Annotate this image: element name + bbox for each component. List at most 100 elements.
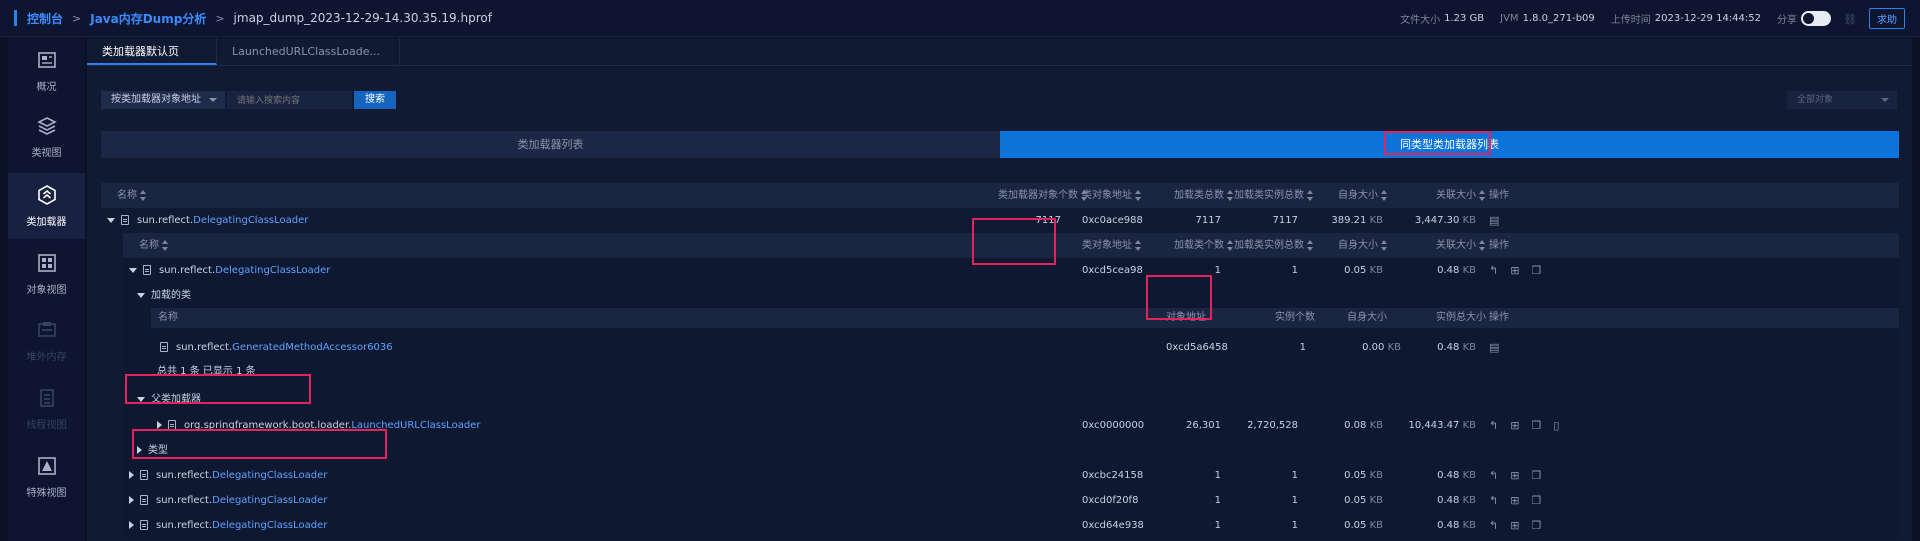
sort-icon[interactable] [1479, 239, 1486, 251]
sort-icon[interactable] [1135, 189, 1142, 201]
sidebar-item-object-view[interactable]: 对象视图 [8, 241, 85, 307]
document-icon[interactable]: ▯ [1553, 419, 1559, 432]
parent-loader-section[interactable]: 父类加载器 [137, 387, 437, 412]
tab-classloader-default[interactable]: 类加载器默认页 [87, 38, 217, 65]
sort-icon[interactable] [162, 239, 169, 251]
link-icon[interactable]: ⛓ [1843, 13, 1857, 26]
sort-icon[interactable] [1227, 239, 1234, 251]
expand-icon[interactable] [129, 471, 134, 479]
col-name[interactable]: 名称 [139, 233, 169, 258]
col-retained[interactable]: 关联大小 [1436, 233, 1486, 258]
class-name[interactable]: DelegatingClassLoader [215, 265, 330, 276]
sort-icon[interactable] [1135, 239, 1142, 251]
tree-icon[interactable]: ⊞ [1510, 494, 1519, 507]
breadcrumb-java-dump[interactable]: Java内存Dump分析 [90, 10, 206, 27]
col-class-count[interactable]: 加载类个数 [1174, 233, 1234, 258]
sort-icon[interactable] [140, 189, 147, 201]
expand-icon[interactable] [129, 496, 134, 504]
parent-icon[interactable]: ↰ [1489, 469, 1498, 482]
col-address[interactable]: 类对象地址 [1082, 183, 1142, 208]
class-name[interactable]: LaunchedURLClassLoader [351, 420, 480, 431]
parent-icon[interactable]: ↰ [1489, 419, 1498, 432]
address: 0xcd64e938 [1082, 520, 1144, 531]
sidebar-item-class-view[interactable]: 类视图 [8, 104, 85, 170]
detail-icon[interactable]: ▤ [1489, 341, 1499, 354]
sort-icon[interactable] [1307, 239, 1314, 251]
sort-icon[interactable] [1227, 189, 1234, 201]
sort-icon[interactable] [1307, 189, 1314, 201]
breadcrumb-console[interactable]: 控制台 [27, 10, 63, 27]
col-ops: 操作 [1489, 190, 1509, 201]
copy-icon[interactable]: ❐ [1531, 519, 1541, 532]
sort-icon[interactable] [1479, 189, 1486, 201]
col-instance-total[interactable]: 加载类实例总数 [1234, 233, 1314, 258]
collapse-icon[interactable] [129, 267, 137, 273]
detail-icon[interactable]: ▤ [1489, 214, 1499, 227]
unit: KB [1369, 420, 1383, 431]
class-name[interactable]: DelegatingClassLoader [212, 495, 327, 506]
share-toggle[interactable] [1801, 11, 1831, 26]
segment-classloader-list[interactable]: 类加载器列表 [101, 131, 1000, 158]
expand-icon[interactable] [129, 521, 134, 529]
sort-icon[interactable] [1381, 239, 1388, 251]
value: 10,443.47 [1408, 420, 1460, 431]
collapse-icon[interactable] [107, 217, 115, 223]
col-instance-total[interactable]: 加载类实例总数 [1234, 183, 1314, 208]
class-name[interactable]: GeneratedMethodAccessor6036 [232, 342, 392, 353]
value: 0.48 [1437, 342, 1460, 353]
self-size: 0.00 KB [1331, 333, 1401, 363]
class-name[interactable]: DelegatingClassLoader [212, 470, 327, 481]
col-address[interactable]: 类对象地址 [1082, 233, 1142, 258]
sidebar-item-classloader[interactable]: 类加载器 [8, 173, 85, 239]
type-section[interactable]: 类型 [137, 438, 437, 463]
self-size: 0.05 KB [1318, 258, 1383, 283]
help-button[interactable]: 求助 [1869, 8, 1905, 29]
col-name[interactable]: 名称 [117, 183, 147, 208]
tree-icon[interactable]: ⊞ [1510, 469, 1519, 482]
unit: KB [1369, 215, 1383, 226]
col-loader-count[interactable]: 类加载器对象个数 [998, 183, 1088, 208]
collapse-icon[interactable] [137, 292, 145, 298]
search-button[interactable]: 搜索 [354, 91, 396, 109]
tree-icon[interactable]: ⊞ [1510, 419, 1519, 432]
search-mode-select[interactable]: 按类加载器对象地址 [101, 91, 225, 109]
expand-icon[interactable] [157, 421, 162, 429]
copy-icon[interactable]: ❐ [1531, 264, 1541, 277]
tab-launched-url-classloader[interactable]: LaunchedURLClassLoade... [217, 38, 400, 65]
unit: KB [1369, 265, 1383, 276]
search-input[interactable] [227, 91, 352, 109]
sidebar-item-special-view[interactable]: 特殊视图 [8, 444, 85, 510]
col-self-size[interactable]: 自身大小 [1338, 183, 1388, 208]
loaded-classes-section[interactable]: 加载的类 [137, 283, 437, 308]
sidebar-label: 概况 [36, 81, 57, 93]
sidebar-item-overview[interactable]: 概况 [8, 38, 85, 104]
expand-icon[interactable] [137, 446, 142, 454]
tree-icon[interactable]: ⊞ [1510, 519, 1519, 532]
sidebar-label: 堆外内存 [26, 351, 67, 363]
segment-same-type-list[interactable]: 同类型类加载器列表 [1000, 131, 1899, 158]
table-row[interactable]: sun.reflect.DelegatingClassLoader 0xcd64… [123, 513, 1899, 538]
parent-icon[interactable]: ↰ [1489, 519, 1498, 532]
class-name[interactable]: DelegatingClassLoader [193, 215, 308, 226]
col-retained[interactable]: 关联大小 [1436, 183, 1486, 208]
table-row[interactable]: sun.reflect.DelegatingClassLoader 0xcbc2… [123, 463, 1899, 488]
copy-icon[interactable]: ❐ [1531, 469, 1541, 482]
table-row-expanded[interactable]: sun.reflect.DelegatingClassLoader 0xcd5c… [123, 258, 1899, 283]
class-name[interactable]: DelegatingClassLoader [212, 520, 327, 531]
parent-loader-row[interactable]: org.springframework.boot.loader.Launched… [123, 411, 1899, 441]
parent-icon[interactable]: ↰ [1489, 494, 1498, 507]
parent-icon[interactable]: ↰ [1489, 264, 1498, 277]
loaded-row[interactable]: sun.reflect.GeneratedMethodAccessor6036 … [151, 333, 1899, 363]
retained: 0.48 KB [1393, 258, 1476, 283]
col-self-size[interactable]: 自身大小 [1338, 233, 1388, 258]
tree-icon[interactable]: ⊞ [1510, 264, 1519, 277]
copy-icon[interactable]: ❐ [1531, 494, 1541, 507]
table-row[interactable]: sun.reflect.DelegatingClassLoader 7117 0… [101, 208, 1899, 233]
self-size: 0.05 KB [1318, 463, 1383, 488]
sort-icon[interactable] [1381, 189, 1388, 201]
object-filter-select[interactable]: 全部对象 [1787, 91, 1897, 109]
table-row[interactable]: sun.reflect.DelegatingClassLoader 0xcd0f… [123, 488, 1899, 513]
col-class-total[interactable]: 加载类总数 [1174, 183, 1234, 208]
collapse-icon[interactable] [137, 396, 145, 402]
copy-icon[interactable]: ❐ [1531, 419, 1541, 432]
